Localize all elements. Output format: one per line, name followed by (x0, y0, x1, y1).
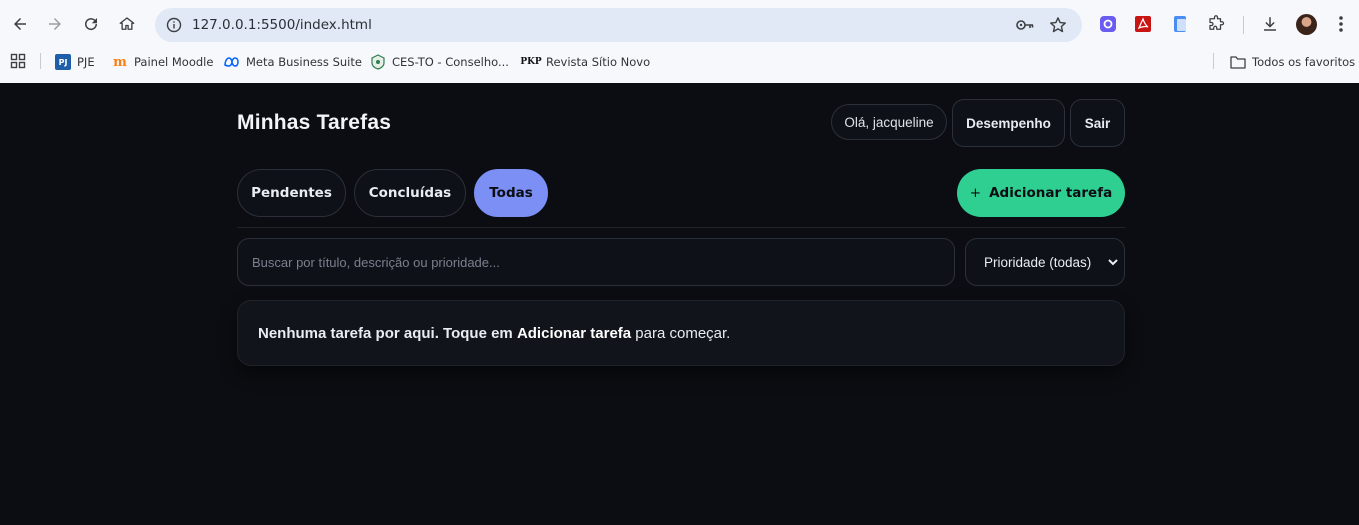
tab-concluidas[interactable]: Concluídas (354, 169, 466, 217)
docs-extension-icon[interactable] (1170, 14, 1190, 34)
extension-gear-icon[interactable] (1098, 14, 1118, 34)
folder-icon (1230, 54, 1246, 70)
bookmark-painel-moodle[interactable]: m Painel Moodle (112, 54, 213, 70)
all-bookmarks-label: Todos os favoritos (1252, 55, 1356, 69)
bookmark-pje[interactable]: PJ PJE (55, 54, 95, 70)
empty-state-card: Nenhuma tarefa por aqui. Toque em Adicio… (237, 300, 1125, 366)
chevron-down-icon (1107, 256, 1119, 271)
extensions-puzzle-icon[interactable] (1206, 14, 1226, 34)
performance-button[interactable]: Desempenho (952, 99, 1065, 147)
all-bookmarks-folder[interactable]: Todos os favoritos (1230, 54, 1355, 70)
meta-icon (224, 54, 240, 70)
pje-icon: PJ (55, 54, 71, 70)
tab-todas[interactable]: Todas (474, 169, 548, 217)
download-icon[interactable] (1260, 14, 1280, 34)
url-text[interactable]: 127.0.0.1:5500/index.html (192, 17, 372, 33)
section-divider (237, 227, 1125, 228)
apps-grid-icon[interactable] (10, 53, 26, 69)
empty-state-highlight: Adicionar tarefa (516, 324, 632, 342)
reload-icon[interactable] (78, 11, 104, 37)
browser-chrome: 127.0.0.1:5500/index.html PJ PJE m Paine… (0, 0, 1359, 83)
bookmarks-divider (1213, 53, 1214, 69)
empty-state-suffix: para começar. (631, 324, 731, 342)
priority-filter-value: Prioridade (todas) (984, 254, 1092, 270)
bookmark-label: Meta Business Suite (246, 55, 362, 69)
add-task-button[interactable]: + Adicionar tarefa (957, 169, 1125, 217)
bookmark-revista-sitio-novo[interactable]: PKP Revista Sítio Novo (520, 54, 651, 70)
bookmark-meta-business-suite[interactable]: Meta Business Suite (224, 54, 362, 70)
bookmark-ces-to[interactable]: CES-TO - Conselho... (370, 54, 509, 70)
empty-state-prefix: Nenhuma tarefa por aqui. Toque em (258, 324, 517, 342)
search-input[interactable] (237, 238, 955, 286)
menu-kebab-icon[interactable] (1331, 14, 1351, 34)
bookmark-label: Revista Sítio Novo (546, 55, 651, 69)
pkp-icon: PKP (520, 57, 542, 67)
home-icon[interactable] (114, 11, 140, 37)
forward-icon[interactable] (42, 11, 68, 37)
user-greeting-badge: Olá, jacqueline (831, 104, 947, 140)
site-info-icon[interactable] (163, 14, 185, 36)
bookmark-label: PJE (77, 55, 95, 69)
app-page: Minhas Tarefas Olá, jacqueline Desempenh… (0, 83, 1359, 525)
tab-pendentes[interactable]: Pendentes (237, 169, 346, 217)
moodle-icon: m (113, 54, 127, 70)
bookmarks-divider (40, 53, 41, 69)
bookmarks-bar: PJ PJE m Painel Moodle Meta Business Sui… (0, 50, 1359, 74)
page-title: Minhas Tarefas (237, 111, 392, 134)
password-key-icon[interactable] (1015, 16, 1035, 39)
toolbar-divider (1243, 16, 1244, 34)
add-task-label: Adicionar tarefa (989, 185, 1113, 201)
back-icon[interactable] (7, 11, 33, 37)
bookmark-star-icon[interactable] (1048, 15, 1068, 40)
bookmark-label: CES-TO - Conselho... (392, 55, 509, 69)
ces-icon (370, 54, 386, 70)
browser-toolbar: 127.0.0.1:5500/index.html (0, 0, 1359, 48)
address-bar[interactable]: 127.0.0.1:5500/index.html (155, 8, 1082, 42)
pdf-extension-icon[interactable] (1133, 14, 1153, 34)
profile-avatar[interactable] (1296, 14, 1317, 35)
logout-button[interactable]: Sair (1070, 99, 1125, 147)
bookmark-label: Painel Moodle (134, 55, 214, 69)
plus-icon: + (969, 185, 982, 201)
priority-filter-select[interactable]: Prioridade (todas) (965, 238, 1125, 286)
